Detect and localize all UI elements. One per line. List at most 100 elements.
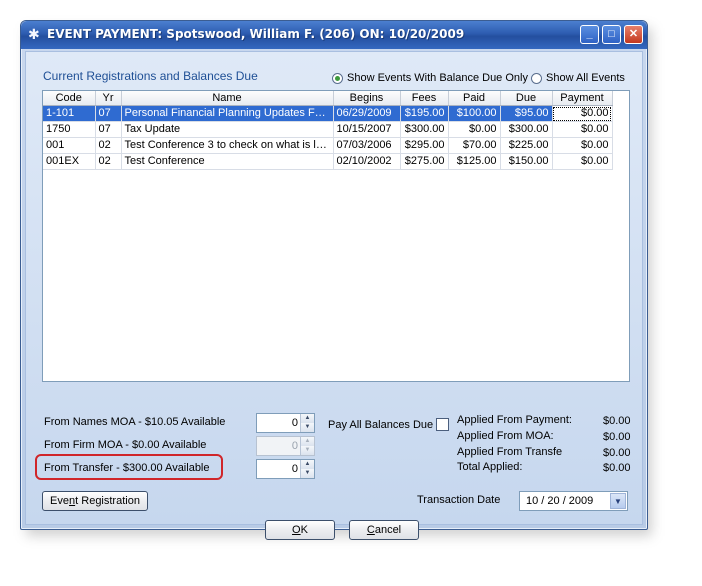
cell-code: 1-101: [43, 105, 96, 122]
spin-up-icon[interactable]: ▲: [301, 414, 314, 423]
filter-all-events-radio[interactable]: Show All Events: [531, 72, 625, 84]
cell-paid: $125.00: [448, 153, 501, 170]
cell-paid: $70.00: [448, 137, 501, 154]
cell-fees: $300.00: [400, 121, 449, 138]
spin-up-icon[interactable]: ▲: [301, 460, 314, 469]
cell-name: Test Conference 3 to check on what is le…: [121, 137, 334, 154]
table-row[interactable]: 001EX 02 Test Conference 02/10/2002 $275…: [43, 153, 613, 170]
col-header-fees[interactable]: Fees: [400, 91, 449, 106]
cell-yr: 07: [95, 121, 122, 138]
transfer-value[interactable]: 0: [292, 463, 298, 475]
col-header-begins[interactable]: Begins: [333, 91, 401, 106]
cell-fees: $295.00: [400, 137, 449, 154]
cell-yr: 02: [95, 137, 122, 154]
cell-name: Personal Financial Planning Updates For …: [121, 105, 334, 122]
filter-all-events-label: Show All Events: [546, 72, 625, 84]
applied-transfer-label: Applied From Transfe: [457, 446, 563, 458]
cell-due: $150.00: [500, 153, 553, 170]
names-moa-value[interactable]: 0: [292, 417, 298, 429]
spin-down-icon[interactable]: ▼: [301, 423, 314, 432]
radio-unselected-icon[interactable]: [531, 72, 542, 84]
table-row[interactable]: 1-101 07 Personal Financial Planning Upd…: [43, 105, 613, 122]
cell-yr: 07: [95, 105, 122, 122]
col-header-due[interactable]: Due: [500, 91, 553, 106]
registrations-heading: Current Registrations and Balances Due: [43, 69, 258, 83]
window-title: EVENT PAYMENT: Spotswood, William F. (20…: [47, 27, 465, 41]
cell-payment[interactable]: $0.00: [552, 153, 613, 170]
cell-due: $300.00: [500, 121, 553, 138]
minimize-button[interactable]: _: [580, 25, 599, 44]
cell-code: 001: [43, 137, 96, 154]
cell-code: 1750: [43, 121, 96, 138]
applied-payment-value: $0.00: [603, 415, 631, 427]
pay-all-label: Pay All Balances Due: [328, 419, 434, 431]
transfer-stepper[interactable]: 0 ▲ ▼: [256, 459, 315, 479]
ok-label-post: K: [300, 524, 308, 536]
cell-name: Test Conference: [121, 153, 334, 170]
table-row[interactable]: 001 02 Test Conference 3 to check on wha…: [43, 137, 613, 154]
col-header-code[interactable]: Code: [43, 91, 96, 106]
ok-accelerator: O: [292, 524, 301, 536]
event-payment-dialog: ✱ EVENT PAYMENT: Spotswood, William F. (…: [20, 20, 648, 540]
pay-all-checkbox[interactable]: [436, 418, 449, 431]
event-registration-label-pre: Eve: [50, 495, 70, 507]
cell-payment[interactable]: $0.00: [552, 121, 613, 138]
spin-down-icon: ▼: [301, 446, 314, 455]
event-registration-button[interactable]: Event Registration: [42, 491, 148, 511]
firm-moa-label: From Firm MOA - $0.00 Available: [44, 439, 207, 451]
spin-down-icon[interactable]: ▼: [301, 469, 314, 478]
cell-fees: $195.00: [400, 105, 449, 122]
cell-payment-input[interactable]: $0.00: [552, 105, 613, 122]
registrations-grid[interactable]: Code Yr Name Begins Fees Paid Due Paymen…: [42, 90, 630, 382]
ok-button[interactable]: OK: [265, 520, 335, 540]
event-registration-label-post: t Registration: [75, 495, 140, 507]
cell-begins: 02/10/2002: [333, 153, 401, 170]
cell-name: Tax Update: [121, 121, 334, 138]
cell-begins: 07/03/2006: [333, 137, 401, 154]
cell-begins: 06/29/2009: [333, 105, 401, 122]
filter-balance-due-radio[interactable]: Show Events With Balance Due Only: [332, 72, 528, 84]
total-applied-value: $0.00: [603, 462, 631, 474]
col-header-paid[interactable]: Paid: [448, 91, 501, 106]
names-moa-stepper[interactable]: 0 ▲ ▼: [256, 413, 315, 433]
cancel-accelerator: C: [366, 524, 375, 536]
applied-moa-label: Applied From MOA:: [457, 430, 554, 442]
cell-paid: $100.00: [448, 105, 501, 122]
cell-payment[interactable]: $0.00: [552, 137, 613, 154]
transfer-label: From Transfer - $300.00 Available: [44, 462, 210, 474]
table-row[interactable]: 1750 07 Tax Update 10/15/2007 $300.00 $0…: [43, 121, 613, 138]
applied-transfer-value: $0.00: [603, 447, 631, 459]
radio-selected-icon[interactable]: [332, 72, 343, 84]
registrations-table: Code Yr Name Begins Fees Paid Due Paymen…: [43, 91, 613, 170]
spin-up-icon: ▲: [301, 437, 314, 446]
applied-payment-label: Applied From Payment:: [457, 414, 572, 426]
cell-due: $225.00: [500, 137, 553, 154]
cell-fees: $275.00: [400, 153, 449, 170]
cell-yr: 02: [95, 153, 122, 170]
firm-moa-value: 0: [291, 440, 298, 452]
table-header-row: Code Yr Name Begins Fees Paid Due Paymen…: [43, 91, 613, 106]
cell-due: $95.00: [500, 105, 553, 122]
transaction-date-label: Transaction Date: [417, 494, 501, 506]
filter-balance-due-label: Show Events With Balance Due Only: [347, 72, 528, 84]
transaction-date-value[interactable]: 10 / 20 / 2009: [526, 495, 593, 507]
close-button[interactable]: ✕: [624, 25, 643, 44]
transaction-date-picker[interactable]: 10 / 20 / 2009 ▼: [519, 491, 628, 511]
cell-code: 001EX: [43, 153, 96, 170]
cancel-button[interactable]: Cancel: [349, 520, 419, 540]
maximize-button[interactable]: □: [602, 25, 621, 44]
gear-icon: ✱: [28, 26, 40, 42]
total-applied-label: Total Applied:: [457, 461, 523, 473]
cell-paid: $0.00: [448, 121, 501, 138]
dialog-body: Current Registrations and Balances Due S…: [25, 51, 643, 540]
applied-moa-value: $0.00: [603, 431, 631, 443]
col-header-yr[interactable]: Yr: [95, 91, 122, 106]
title-bar[interactable]: ✱ EVENT PAYMENT: Spotswood, William F. (…: [21, 21, 647, 49]
chevron-down-icon[interactable]: ▼: [610, 493, 626, 509]
cell-begins: 10/15/2007: [333, 121, 401, 138]
firm-moa-stepper: 0 ▲ ▼: [256, 436, 315, 456]
col-header-payment[interactable]: Payment: [552, 91, 613, 106]
col-header-name[interactable]: Name: [121, 91, 334, 106]
names-moa-label: From Names MOA - $10.05 Available: [44, 416, 226, 428]
cancel-label-post: ancel: [374, 524, 402, 536]
